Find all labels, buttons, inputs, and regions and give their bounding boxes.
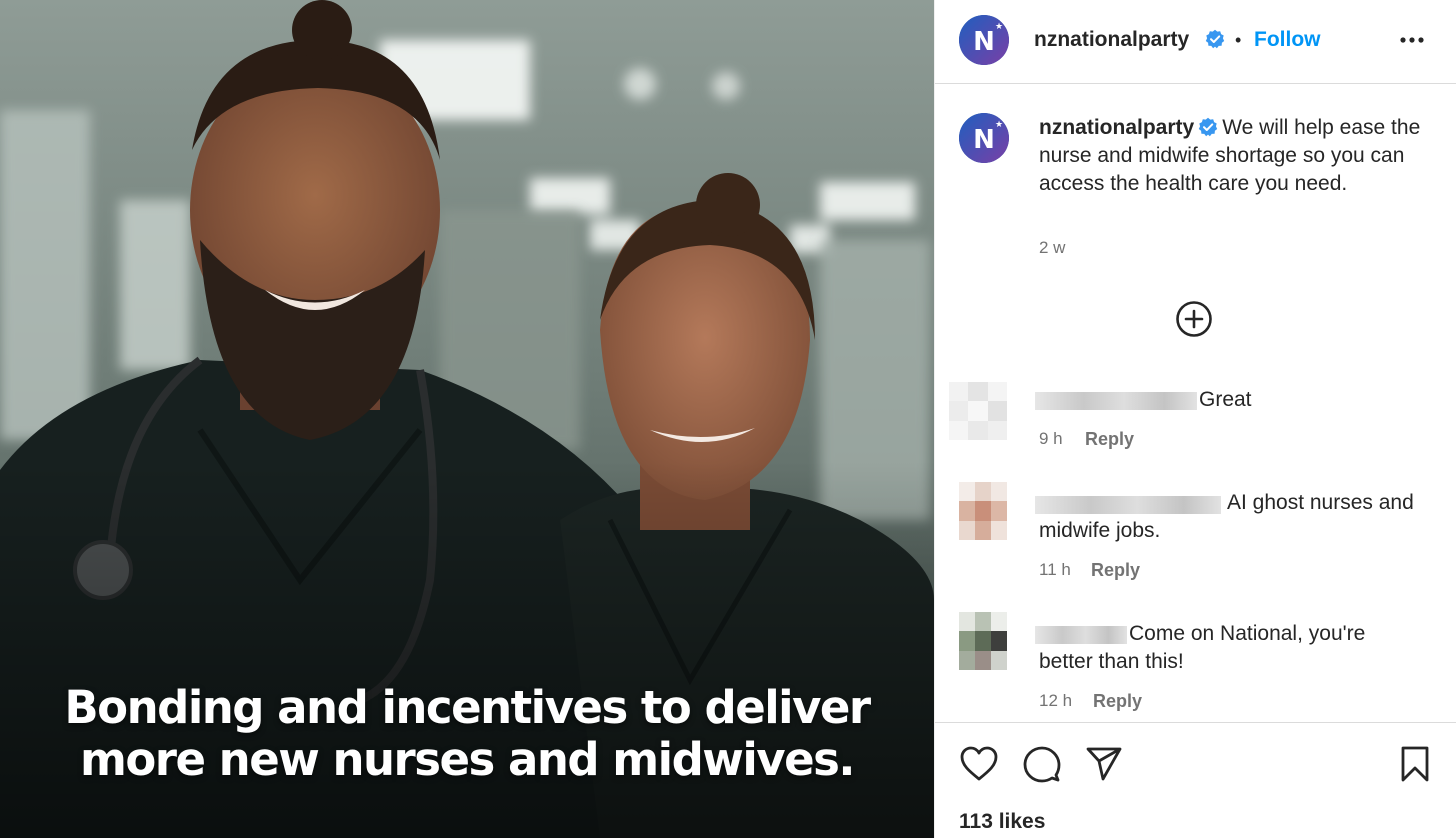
comment-avatar[interactable] xyxy=(959,482,1007,540)
national-logo-icon: N ★ xyxy=(959,113,1009,163)
image-caption-line: Bonding and incentives to deliver xyxy=(64,681,871,734)
blurred-username[interactable] xyxy=(1035,392,1197,410)
verified-badge-icon xyxy=(1198,117,1218,137)
pixelated-avatar xyxy=(949,382,1007,440)
plus-circle-icon[interactable] xyxy=(1175,300,1213,338)
comment-text-continued: better than this! xyxy=(1039,650,1184,673)
comment-avatar[interactable] xyxy=(949,382,1007,440)
post-sidebar: N ★ nznationalparty • Follow N ★ nznatio… xyxy=(934,0,1456,838)
likes-count[interactable]: 113 likes xyxy=(959,810,1045,834)
caption-username[interactable]: nznationalparty xyxy=(1039,116,1194,139)
paper-plane-icon[interactable] xyxy=(1085,746,1123,782)
divider xyxy=(935,722,1456,723)
verified-badge-icon xyxy=(1205,29,1225,49)
comment-text: Great xyxy=(1199,388,1252,411)
profile-avatar[interactable]: N ★ xyxy=(959,15,1009,65)
svg-text:★: ★ xyxy=(995,119,1003,129)
reply-button[interactable]: Reply xyxy=(1093,691,1142,712)
svg-text:★: ★ xyxy=(995,21,1003,31)
blurred-username[interactable] xyxy=(1035,626,1127,644)
header-separator: • xyxy=(1235,30,1242,50)
comment-timestamp[interactable]: 9 h xyxy=(1039,429,1063,449)
blurred-username[interactable] xyxy=(1035,496,1221,514)
more-options-icon[interactable] xyxy=(1399,30,1425,50)
post-image[interactable]: Bonding and incentives to deliver more n… xyxy=(0,0,934,838)
comment-avatar[interactable] xyxy=(959,612,1007,670)
bookmark-icon[interactable] xyxy=(1399,745,1431,783)
post-caption: nznationalparty We will help ease the nur… xyxy=(1039,114,1439,198)
post-header: N ★ nznationalparty • Follow xyxy=(935,0,1456,84)
comment-timestamp[interactable]: 12 h xyxy=(1039,691,1072,711)
comment-text: AI ghost nurses and xyxy=(1227,491,1414,514)
heart-icon[interactable] xyxy=(959,745,999,783)
reply-button[interactable]: Reply xyxy=(1085,429,1134,450)
caption-timestamp[interactable]: 2 w xyxy=(1039,238,1065,258)
caption-avatar[interactable]: N ★ xyxy=(959,113,1009,163)
comment-icon[interactable] xyxy=(1023,745,1061,783)
comment-text-continued: midwife jobs. xyxy=(1039,519,1161,542)
national-logo-icon: N ★ xyxy=(959,15,1009,65)
reply-button[interactable]: Reply xyxy=(1091,560,1140,581)
follow-button[interactable]: Follow xyxy=(1254,28,1321,52)
comment-timestamp[interactable]: 11 h xyxy=(1039,560,1071,580)
svg-text:N: N xyxy=(973,27,995,57)
svg-text:N: N xyxy=(973,125,995,155)
pixelated-avatar xyxy=(959,612,1007,670)
comment-text: Come on National, you're xyxy=(1129,622,1366,645)
header-username[interactable]: nznationalparty xyxy=(1034,28,1189,52)
image-caption: Bonding and incentives to deliver more n… xyxy=(0,682,934,786)
image-caption-line: more new nurses and midwives. xyxy=(79,733,856,786)
pixelated-avatar xyxy=(959,482,1007,540)
